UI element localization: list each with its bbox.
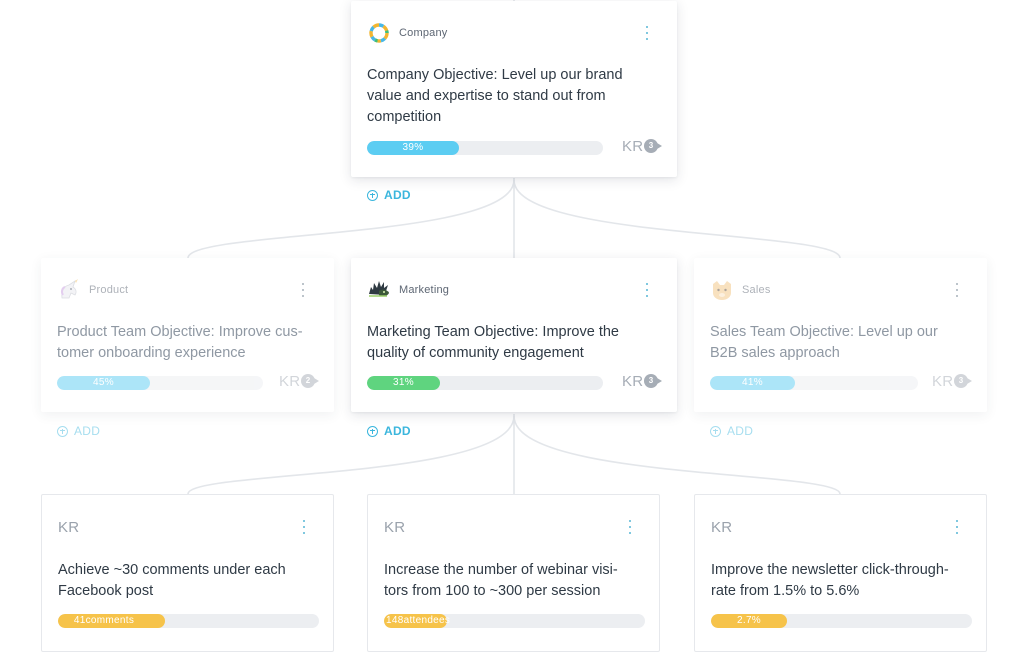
company-ring-logo-icon (369, 23, 389, 43)
card-header: Product (57, 278, 128, 302)
kr-count-badge: 3 (644, 139, 662, 153)
team-name: Sales (742, 284, 771, 296)
kebab-menu-icon[interactable] (297, 282, 309, 298)
kr-tag: KR (58, 519, 80, 536)
progress-bar: 41% (710, 376, 918, 390)
progress-label: 31% (393, 377, 414, 388)
add-child-objective-button[interactable]: ADD (710, 424, 753, 438)
key-result-card[interactable]: KR Achieve ~30 comments under each Faceb… (41, 494, 334, 652)
kebab-menu-icon[interactable] (951, 282, 963, 298)
card-header: Company (367, 21, 447, 45)
kr-count-label[interactable]: KR (622, 373, 643, 390)
key-result-card[interactable]: KR Increase the number of webinar visi- … (367, 494, 660, 652)
kr-count-badge: 3 (644, 374, 662, 388)
kebab-menu-icon[interactable] (641, 25, 653, 41)
kr-count-badge: 3 (954, 374, 972, 388)
kebab-menu-icon[interactable] (624, 519, 636, 535)
progress-bar: 31% (367, 376, 603, 390)
progress-label: 148attendees (386, 615, 451, 626)
progress-label: 41comments (73, 615, 135, 626)
team-name: Company (399, 27, 448, 39)
progress-label: 2.7% (737, 615, 761, 626)
hedgehog-avatar-icon (369, 281, 389, 297)
kr-count-label[interactable]: KR (932, 373, 953, 390)
progress-bar: 39% (367, 141, 603, 155)
key-result-title: Improve the newsletter click-through- ra… (711, 562, 949, 599)
objective-title: Product Team Objective: Improve cus- tom… (57, 324, 303, 361)
add-circle-icon (710, 425, 721, 437)
progress-bar: 148attendees (384, 614, 645, 628)
progress-label: 39% (402, 142, 424, 153)
key-result-card[interactable]: KR Improve the newsletter click-through-… (694, 494, 987, 652)
key-result-title: Achieve ~30 comments under each Facebook… (58, 562, 286, 599)
sales-objective-card[interactable]: Sales Sales Team Objective: Level up our… (694, 258, 987, 412)
card-header: Marketing (367, 278, 449, 302)
team-name: Product (89, 284, 129, 296)
objective-title: Marketing Team Objective: Improve the qu… (367, 324, 619, 361)
kr-count-label[interactable]: KR (622, 138, 643, 155)
marketing-objective-card[interactable]: Marketing Marketing Team Objective: Impr… (351, 258, 677, 412)
kr-tag: KR (384, 519, 406, 536)
objective-title: Sales Team Objective: Level up our B2B s… (710, 324, 938, 361)
add-circle-icon (367, 189, 378, 201)
card-header: Sales (710, 278, 771, 302)
kr-count-label[interactable]: KR (279, 373, 300, 390)
add-child-objective-button[interactable]: ADD (57, 424, 100, 438)
kr-tag: KR (711, 519, 733, 536)
key-result-title: Increase the number of webinar visi- tor… (384, 562, 618, 599)
kebab-menu-icon[interactable] (951, 519, 963, 535)
product-objective-card[interactable]: Product Product Team Objective: Improve … (41, 258, 334, 412)
progress-bar: 41comments (58, 614, 319, 628)
unicorn-avatar-icon (60, 279, 78, 299)
progress-label: 45% (93, 377, 114, 388)
kebab-menu-icon[interactable] (641, 282, 653, 298)
cat-avatar-icon (713, 281, 731, 300)
add-child-objective-button[interactable]: ADD (367, 424, 411, 438)
progress-bar: 45% (57, 376, 263, 390)
add-child-objective-button[interactable]: ADD (367, 188, 411, 202)
kebab-menu-icon[interactable] (298, 519, 310, 535)
progress-bar: 2.7% (711, 614, 972, 628)
progress-label: 41% (742, 377, 763, 388)
team-name: Marketing (399, 284, 450, 296)
objective-title: Company Objective: Level up our brand va… (367, 67, 623, 125)
add-circle-icon (57, 425, 68, 437)
kr-count-badge: 2 (301, 374, 319, 388)
company-objective-card[interactable]: Company Company Objective: Level up our … (351, 1, 677, 177)
add-circle-icon (367, 425, 378, 437)
